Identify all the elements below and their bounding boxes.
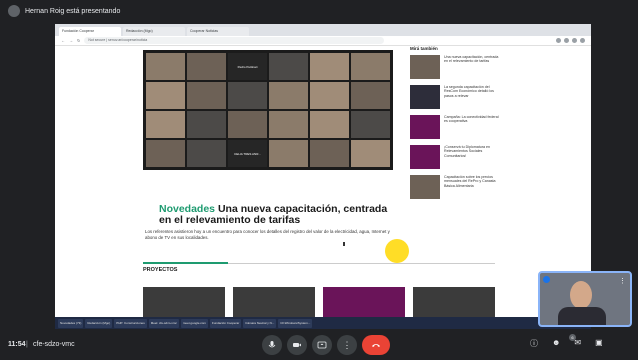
separator: | bbox=[26, 341, 28, 348]
more-options-icon[interactable]: ⋮ bbox=[337, 335, 357, 355]
hero-tile bbox=[187, 53, 226, 80]
presenting-banner: Hernan Roig está presentando bbox=[0, 0, 638, 22]
meeting-code: cfe-sdzo-vmc bbox=[33, 341, 75, 348]
related-text: Una nueva capacitación, centrada en el r… bbox=[444, 55, 499, 64]
hero-tile bbox=[146, 53, 185, 80]
related-item[interactable]: ¡Conservá tu Diplomatura en Relevamiento… bbox=[410, 145, 500, 169]
related-item[interactable]: Capacitación sobre los precios mensuales… bbox=[410, 175, 500, 199]
hero-tile bbox=[351, 140, 390, 167]
hero-tile bbox=[146, 111, 185, 138]
self-view-tile[interactable]: ⋮ bbox=[538, 271, 632, 327]
reload-icon[interactable]: ↻ bbox=[77, 38, 80, 43]
hero-tile bbox=[351, 82, 390, 109]
hero-tile bbox=[269, 82, 308, 109]
taskbar-item[interactable]: Redacción (Mgo) bbox=[85, 318, 113, 328]
browser-tab-3[interactable]: Cooperar Noticias bbox=[187, 27, 249, 36]
self-face bbox=[570, 281, 592, 309]
section-divider-accent bbox=[143, 262, 228, 264]
taskbar-item[interactable]: PHP: Construcciones bbox=[114, 318, 147, 328]
hero-tile bbox=[269, 140, 308, 167]
speaking-indicator-icon bbox=[543, 276, 550, 283]
related-thumbnail bbox=[410, 55, 440, 79]
related-item[interactable]: La segunda capacitación del ResCom Econó… bbox=[410, 85, 500, 109]
hero-tile bbox=[187, 82, 226, 109]
sidebar-title: Mirá también bbox=[410, 46, 438, 51]
related-text: La segunda capacitación del ResCom Econó… bbox=[444, 85, 494, 98]
chat-icon[interactable]: ✉ bbox=[574, 338, 581, 349]
mouse-pointer-highlight bbox=[385, 239, 409, 263]
article-summary: Los referentes asistieron hoy a un encue… bbox=[145, 229, 390, 240]
text-cursor bbox=[343, 242, 345, 246]
hero-name-label-2: CELIA TRES ANR... bbox=[228, 140, 267, 167]
end-call-icon[interactable] bbox=[362, 335, 390, 355]
hero-tile bbox=[146, 140, 185, 167]
more-options-icon[interactable]: ⋮ bbox=[619, 277, 626, 285]
related-item[interactable]: Una nueva capacitación, centrada en el r… bbox=[410, 55, 500, 79]
taskbar-item[interactable]: Meet: cfe-sdzo-vmc bbox=[148, 318, 179, 328]
presenting-text: Hernan Roig está presentando bbox=[25, 7, 121, 15]
hero-tile bbox=[269, 53, 308, 80]
presenter-avatar bbox=[8, 5, 20, 17]
related-thumbnail bbox=[410, 115, 440, 139]
forward-icon[interactable]: → bbox=[69, 38, 73, 43]
related-text: Campaña: La conectividad federal es coop… bbox=[444, 115, 499, 124]
microphone-icon[interactable] bbox=[262, 335, 282, 355]
section-title-projects: PROYECTOS bbox=[143, 267, 178, 273]
hero-tile bbox=[310, 53, 349, 80]
back-icon[interactable]: ← bbox=[61, 38, 65, 43]
extension-icon[interactable] bbox=[556, 38, 561, 43]
related-sidebar: Mirá también Una nueva capacitación, cen… bbox=[410, 46, 500, 205]
hero-image[interactable]: Pedro Pettinari CELIA TRES ANR... bbox=[143, 50, 393, 170]
taskbar-item[interactable]: Cámara Neutral y N... bbox=[243, 318, 277, 328]
related-text: Capacitación sobre los precios mensuales… bbox=[444, 175, 496, 188]
related-item[interactable]: Campaña: La conectividad federal es coop… bbox=[410, 115, 500, 139]
hero-tile bbox=[228, 82, 267, 109]
meeting-clock: 11:54 bbox=[8, 341, 26, 348]
shared-screen: Fundación Cooperar Redacción (Mgo) Coope… bbox=[55, 24, 591, 329]
meet-right-icons: ⓘ ☻ ✉ ▣ bbox=[530, 338, 603, 349]
hero-name-label: Pedro Pettinari bbox=[228, 53, 267, 80]
hero-tile bbox=[351, 53, 390, 80]
self-body bbox=[558, 307, 606, 325]
browser-tab-1[interactable]: Fundación Cooperar bbox=[59, 27, 121, 36]
taskbar-item[interactable]: Fundación Cooperar bbox=[209, 318, 242, 328]
hero-tile bbox=[310, 140, 349, 167]
web-page: Pedro Pettinari CELIA TRES ANR... Noveda… bbox=[55, 46, 591, 329]
taskbar-item[interactable]: meet.google.com bbox=[180, 318, 208, 328]
hero-tile bbox=[146, 82, 185, 109]
activities-icon[interactable]: ▣ bbox=[595, 338, 603, 349]
meet-control-bar: 11:54 | cfe-sdzo-vmc ⋮ ⓘ ☻ ✉ ▣ 6 bbox=[0, 332, 638, 360]
related-thumbnail bbox=[410, 85, 440, 109]
browser-tabbar: Fundación Cooperar Redacción (Mgo) Coope… bbox=[55, 24, 591, 36]
info-icon[interactable]: ⓘ bbox=[530, 338, 538, 349]
profile-icon[interactable] bbox=[580, 38, 585, 43]
browser-tab-2[interactable]: Redacción (Mgo) bbox=[123, 27, 185, 36]
taskbar-item[interactable]: CF.Windows\System... bbox=[278, 318, 313, 328]
hero-tile bbox=[187, 111, 226, 138]
hero-tile bbox=[228, 111, 267, 138]
call-controls: ⋮ bbox=[262, 335, 390, 355]
present-screen-icon[interactable] bbox=[312, 335, 332, 355]
extension-icon[interactable] bbox=[572, 38, 577, 43]
article-headline[interactable]: Novedades Una nueva capacitación, centra… bbox=[159, 204, 389, 226]
hero-tile bbox=[187, 140, 226, 167]
related-thumbnail bbox=[410, 145, 440, 169]
related-thumbnail bbox=[410, 175, 440, 199]
browser-toolbar: ← → ↻ Not secure | senuv.ar/cooperar/not… bbox=[55, 36, 591, 46]
windows-taskbar: Novedades (73) Redacción (Mgo) PHP: Cons… bbox=[55, 317, 591, 329]
camera-icon[interactable] bbox=[287, 335, 307, 355]
address-bar[interactable]: Not secure | senuv.ar/cooperar/noticia bbox=[84, 37, 385, 44]
related-text: ¡Conservá tu Diplomatura en Relevamiento… bbox=[444, 145, 490, 158]
extension-icons bbox=[556, 38, 585, 43]
hero-tile bbox=[310, 82, 349, 109]
hero-tile bbox=[310, 111, 349, 138]
taskbar-item[interactable]: Novedades (73) bbox=[58, 318, 84, 328]
hero-tile bbox=[269, 111, 308, 138]
people-icon[interactable]: ☻ bbox=[552, 338, 560, 349]
hero-tile bbox=[351, 111, 390, 138]
extension-icon[interactable] bbox=[564, 38, 569, 43]
participant-count-badge: 6 bbox=[569, 334, 576, 341]
